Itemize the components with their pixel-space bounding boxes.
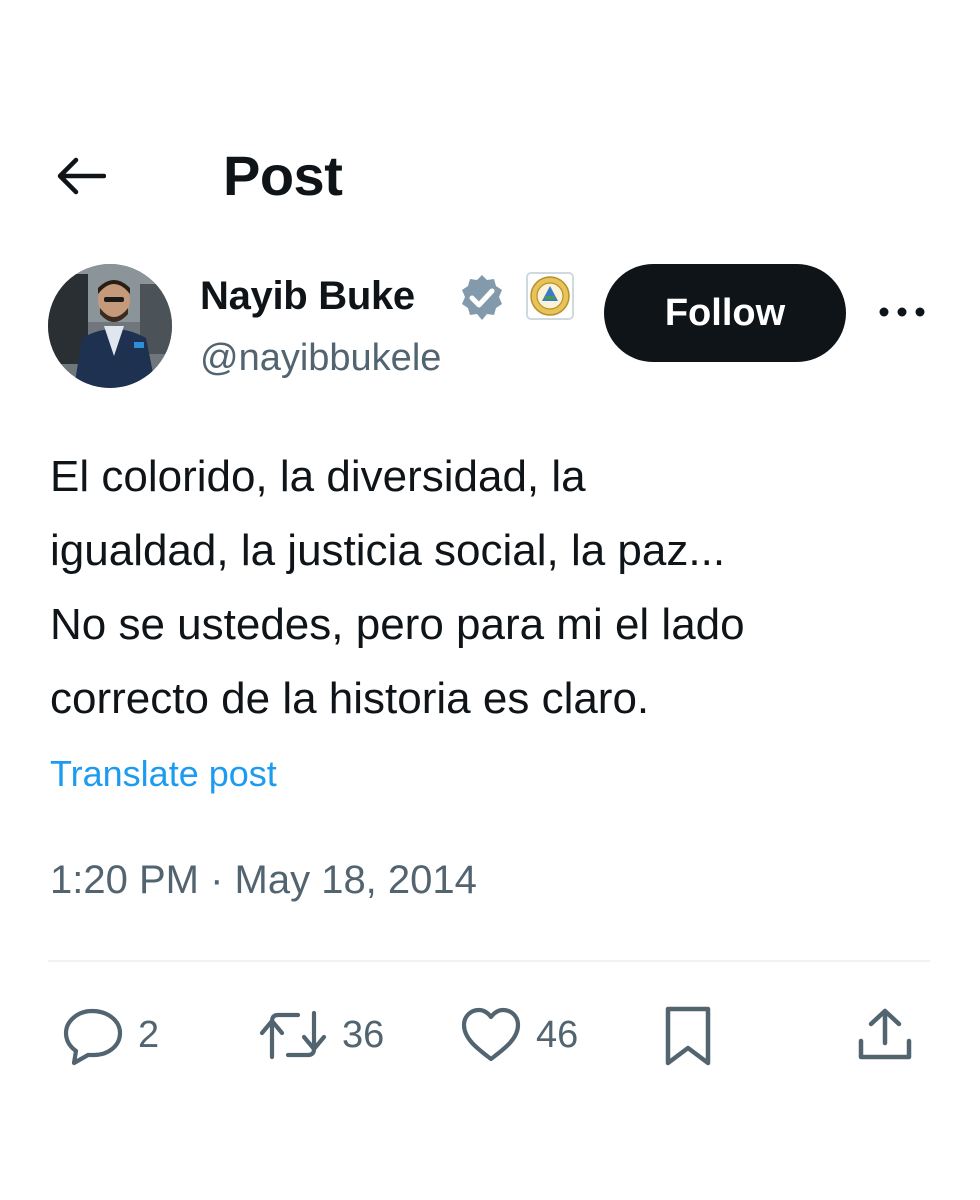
share-button[interactable] bbox=[854, 1000, 916, 1070]
translate-post-link[interactable]: Translate post bbox=[50, 750, 277, 798]
action-bar: 2 36 46 bbox=[48, 1000, 930, 1070]
reply-button[interactable]: 2 bbox=[62, 1000, 159, 1070]
divider bbox=[48, 960, 930, 962]
follow-button[interactable]: Follow bbox=[604, 264, 846, 362]
back-button[interactable] bbox=[52, 152, 108, 200]
arrow-left-icon bbox=[57, 157, 106, 195]
post-page: Post Nayib Buke @nayibbukele Follow El c… bbox=[0, 0, 980, 1200]
reply-count: 2 bbox=[138, 1013, 160, 1056]
government-seal-icon[interactable] bbox=[526, 272, 574, 320]
bookmark-icon bbox=[665, 1006, 711, 1066]
post-text: El colorido, la diversidad, la igualdad,… bbox=[50, 452, 745, 723]
like-count: 46 bbox=[536, 1013, 579, 1056]
repost-icon bbox=[259, 1010, 327, 1060]
share-icon bbox=[858, 1008, 912, 1060]
repost-button[interactable]: 36 bbox=[256, 1000, 384, 1070]
header: Post bbox=[0, 140, 980, 212]
page-title: Post bbox=[223, 144, 343, 207]
heart-icon bbox=[461, 1007, 521, 1062]
author-row: Nayib Buke @nayibbukele Follow bbox=[48, 262, 938, 392]
more-horizontal-icon bbox=[879, 307, 925, 317]
avatar[interactable] bbox=[48, 264, 172, 388]
display-name[interactable]: Nayib Buke bbox=[200, 272, 415, 320]
bookmark-button[interactable] bbox=[660, 1000, 716, 1070]
handle[interactable]: @nayibbukele bbox=[200, 334, 441, 382]
like-button[interactable]: 46 bbox=[458, 1000, 578, 1070]
repost-count: 36 bbox=[342, 1013, 385, 1056]
more-options-button[interactable] bbox=[874, 292, 930, 332]
reply-icon bbox=[63, 1008, 123, 1066]
verified-badge-icon[interactable] bbox=[456, 272, 508, 324]
post-timestamp[interactable]: 1:20 PM · May 18, 2014 bbox=[50, 854, 477, 906]
